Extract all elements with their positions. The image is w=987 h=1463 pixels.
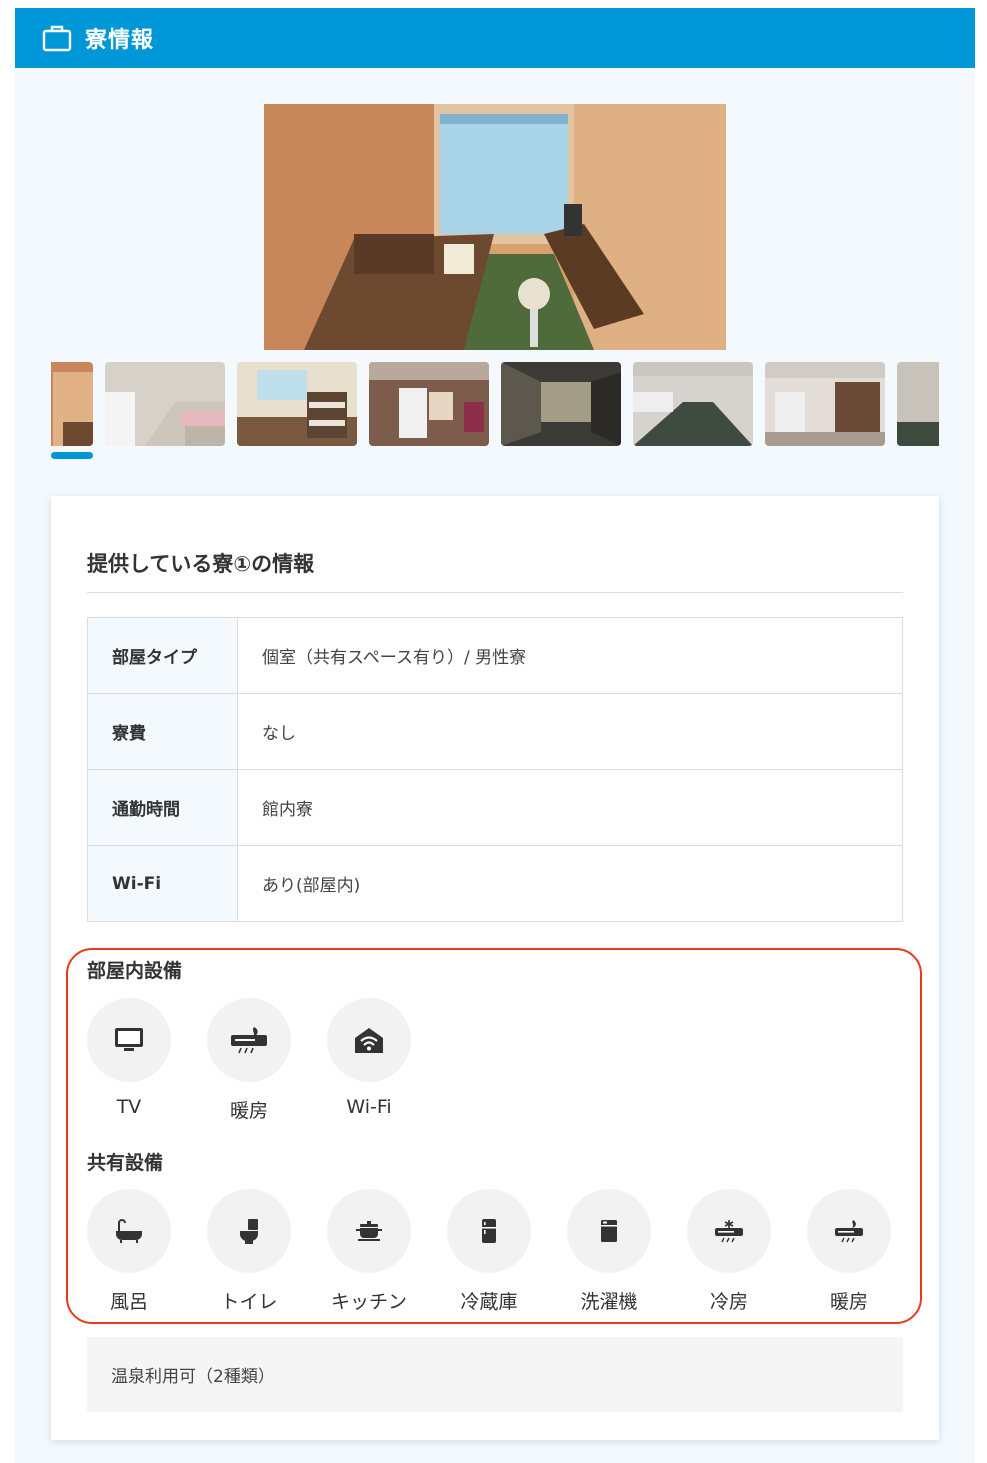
- air-conditioner-icon: [715, 1220, 743, 1243]
- facility-label: 暖房: [229, 1100, 268, 1122]
- toilet-thumb[interactable]: [765, 362, 885, 446]
- briefcase-icon: [42, 25, 72, 52]
- row-value: なし: [237, 693, 903, 770]
- dorm-info-table: 部屋タイプ 個室（共有スペース有り）/ 男性寮 寮費 なし 通勤時間 館内寮 W…: [87, 617, 903, 922]
- wifi-icon: [355, 1028, 383, 1053]
- row-label: Wi-Fi: [87, 845, 238, 922]
- row-value: あり(部屋内): [237, 845, 903, 922]
- facility-cooler: 冷房: [687, 1189, 771, 1314]
- corridor-thumb[interactable]: [633, 362, 753, 446]
- room-facilities-title: 部屋内設備: [87, 960, 183, 982]
- dorm-detail-card: 提供している寮①の情報 部屋タイプ 個室（共有スペース有り）/ 男性寮 寮費 な…: [51, 496, 939, 1440]
- facility-washer: 洗濯機: [567, 1189, 651, 1314]
- facility-bath: 風呂: [87, 1189, 171, 1314]
- shared-facilities-title: 共有設備: [87, 1152, 164, 1174]
- facility-label: 暖房: [829, 1291, 868, 1313]
- facility-label: TV: [116, 1096, 142, 1118]
- facility-toilet: トイレ: [207, 1189, 291, 1314]
- bathtub-icon: [116, 1219, 142, 1243]
- facility-fridge: 冷蔵庫: [447, 1189, 531, 1314]
- facility-tv: TV: [87, 998, 171, 1118]
- row-label: 部屋タイプ: [87, 617, 238, 694]
- dorm-note: 温泉利用可（2種類）: [87, 1337, 903, 1412]
- fridge-icon: [482, 1219, 496, 1243]
- hallway-thumb[interactable]: [501, 362, 621, 446]
- dorm-info-section: 寮情報 提供している寮①の情報 部屋タイプ 個室（共有スペース有り）/ 男性寮 …: [15, 8, 975, 1463]
- room-with-fridge-thumb[interactable]: [369, 362, 489, 446]
- card-title: 提供している寮①の情報: [87, 552, 315, 576]
- washing-machine-icon: [601, 1220, 617, 1242]
- divider: [87, 592, 903, 593]
- heater-icon: [231, 1027, 267, 1054]
- row-value: 館内寮: [237, 769, 903, 846]
- toilet-icon: [240, 1219, 258, 1244]
- partial-thumb[interactable]: [897, 362, 939, 446]
- facility-heater-shared: 暖房: [807, 1189, 891, 1314]
- facility-label: 洗濯機: [580, 1291, 638, 1313]
- table-row: 寮費 なし: [87, 693, 903, 770]
- facility-label: 冷房: [709, 1291, 748, 1313]
- facility-kitchen: キッチン: [327, 1189, 411, 1314]
- facility-label: 風呂: [109, 1291, 148, 1313]
- thumbnail-scroll-indicator: [51, 452, 93, 459]
- table-row: 部屋タイプ 個室（共有スペース有り）/ 男性寮: [87, 617, 903, 694]
- facility-wifi: Wi-Fi: [327, 998, 411, 1118]
- thumbnail-strip: [51, 362, 939, 446]
- facility-label: Wi-Fi: [346, 1096, 392, 1118]
- section-header: 寮情報: [15, 8, 975, 68]
- room-thumb[interactable]: [51, 362, 93, 446]
- facility-label: 冷蔵庫: [460, 1291, 518, 1313]
- section-title: 寮情報: [85, 28, 155, 53]
- table-row: Wi-Fi あり(部屋内): [87, 845, 903, 922]
- kitchen-pot-icon: [356, 1221, 382, 1241]
- heater-icon: [835, 1220, 863, 1243]
- table-row: 通勤時間 館内寮: [87, 769, 903, 846]
- washroom-thumb[interactable]: [105, 362, 225, 446]
- shared-room-thumb[interactable]: [237, 362, 357, 446]
- row-value: 個室（共有スペース有り）/ 男性寮: [237, 617, 903, 694]
- tv-icon: [115, 1028, 143, 1051]
- facility-label: キッチン: [330, 1291, 407, 1313]
- dormitory-room-photo: [264, 104, 726, 350]
- row-label: 寮費: [87, 693, 238, 770]
- facility-heater: 暖房: [207, 998, 291, 1123]
- facility-label: トイレ: [220, 1291, 278, 1313]
- row-label: 通勤時間: [87, 769, 238, 846]
